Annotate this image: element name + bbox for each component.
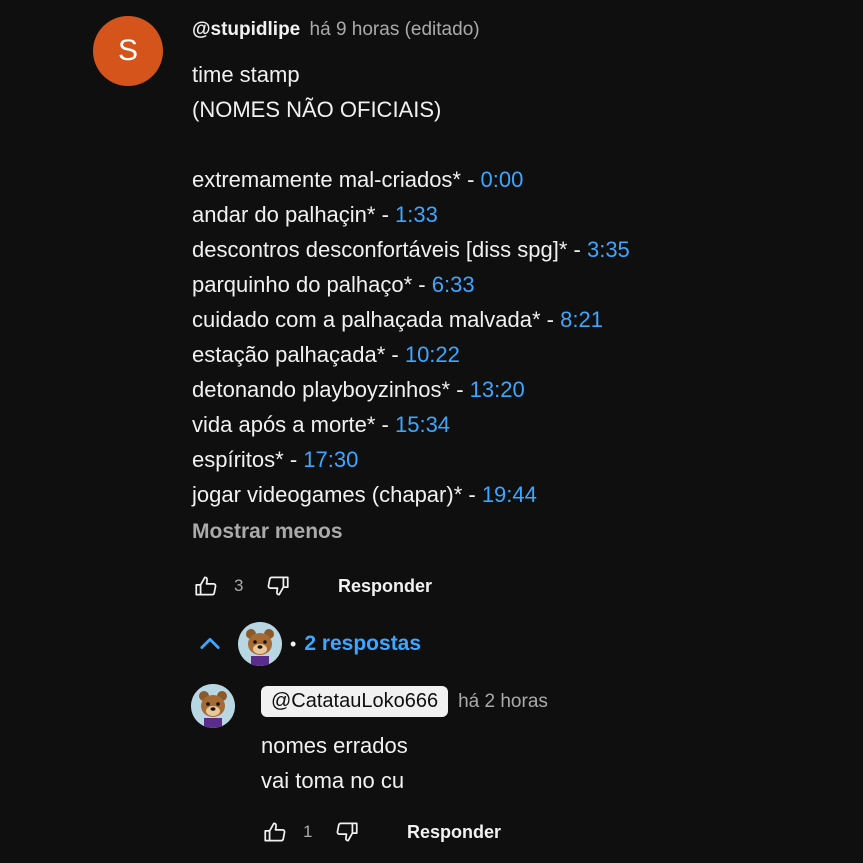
reply-text-line: vai toma no cu [261, 768, 405, 793]
reply-avatar[interactable] [191, 684, 235, 728]
comment-text-line: (NOMES NÃO OFICIAIS) [192, 97, 442, 122]
reply-reply-button[interactable]: Responder [407, 822, 501, 843]
track-line: detonando playboyzinhos* - 13:20 [192, 372, 832, 407]
reply-text-line: nomes errados [261, 733, 408, 758]
tracklist: extremamente mal-criados* - 0:00 andar do… [192, 162, 832, 512]
reply-header: @CatatauLoko666 há 2 horas [261, 686, 548, 717]
track-line: parquinho do palhaço* - 6:33 [192, 267, 832, 302]
track-title: espíritos* - [192, 447, 304, 472]
thumbs-down-icon [267, 576, 289, 596]
reply-dislike-button[interactable] [333, 818, 361, 846]
reply-like-button[interactable] [261, 818, 289, 846]
reply-body: nomes errados vai toma no cu [261, 728, 408, 798]
bear-avatar-icon [191, 684, 235, 728]
track-line: descontros desconfortáveis [diss spg]* -… [192, 232, 832, 267]
replies-count-label[interactable]: 2 respostas [304, 632, 421, 656]
track-title: estação palhaçada* - [192, 342, 405, 367]
track-title: vida após a morte* - [192, 412, 395, 437]
dislike-button[interactable] [264, 572, 292, 600]
timestamp-link[interactable]: 8:21 [560, 307, 603, 332]
comment-body: time stamp (NOMES NÃO OFICIAIS) extremam… [192, 57, 832, 512]
reply-button[interactable]: Responder [338, 576, 432, 597]
reply-like-count: 1 [303, 822, 313, 841]
like-button[interactable] [192, 572, 220, 600]
track-title: extremamente mal-criados* - [192, 167, 481, 192]
timestamp-link[interactable]: 15:34 [395, 412, 450, 437]
timestamp-link[interactable]: 0:00 [481, 167, 524, 192]
timestamp-link[interactable]: 6:33 [432, 272, 475, 297]
track-title: parquinho do palhaço* - [192, 272, 432, 297]
track-title: detonando playboyzinhos* - [192, 377, 470, 402]
comment-author[interactable]: @stupidlipe [192, 19, 300, 40]
timestamp-link[interactable]: 10:22 [405, 342, 460, 367]
avatar-letter: S [117, 34, 138, 67]
track-line: extremamente mal-criados* - 0:00 [192, 162, 832, 197]
timestamp-link[interactable]: 13:20 [470, 377, 525, 402]
track-title: cuidado com a palhaçada malvada* - [192, 307, 561, 332]
track-title: andar do palhaçin* - [192, 202, 396, 227]
track-line: andar do palhaçin* - 1:33 [192, 197, 832, 232]
timestamp-link[interactable]: 1:33 [395, 202, 438, 227]
comment-time[interactable]: há 9 horas (editado) [310, 19, 480, 40]
comment-text-line: time stamp [192, 62, 300, 87]
reply-author-chip[interactable]: @CatatauLoko666 [261, 686, 449, 717]
track-line: estação palhaçada* - 10:22 [192, 337, 832, 372]
show-less-button[interactable]: Mostrar menos [192, 520, 343, 544]
bear-avatar-icon [238, 622, 282, 666]
like-count: 3 [234, 576, 244, 595]
thumbs-down-icon [336, 822, 358, 842]
timestamp-link[interactable]: 19:44 [482, 482, 537, 507]
track-line: jogar videogames (chapar)* - 19:44 [192, 477, 832, 512]
comment-header: @stupidlipe há 9 horas (editado) [192, 19, 480, 41]
timestamp-link[interactable]: 3:35 [587, 237, 630, 262]
timestamp-link[interactable]: 17:30 [303, 447, 358, 472]
separator-dot: • [290, 633, 297, 654]
reply-actions: 1 Responder [261, 818, 501, 846]
reply-time[interactable]: há 2 horas [458, 691, 548, 713]
track-line: espíritos* - 17:30 [192, 442, 832, 477]
comment-actions: 3 Responder [192, 572, 432, 600]
track-title: jogar videogames (chapar)* - [192, 482, 482, 507]
replies-toggle[interactable]: • 2 respostas [196, 622, 421, 666]
track-title: descontros desconfortáveis [diss spg]* - [192, 237, 587, 262]
thumbs-up-icon [195, 576, 217, 596]
track-line: cuidado com a palhaçada malvada* - 8:21 [192, 302, 832, 337]
track-line: vida após a morte* - 15:34 [192, 407, 832, 442]
chevron-up-icon [200, 637, 220, 649]
avatar[interactable]: S [93, 16, 163, 86]
thumbs-up-icon [264, 822, 286, 842]
reply-avatar-small [238, 622, 282, 666]
